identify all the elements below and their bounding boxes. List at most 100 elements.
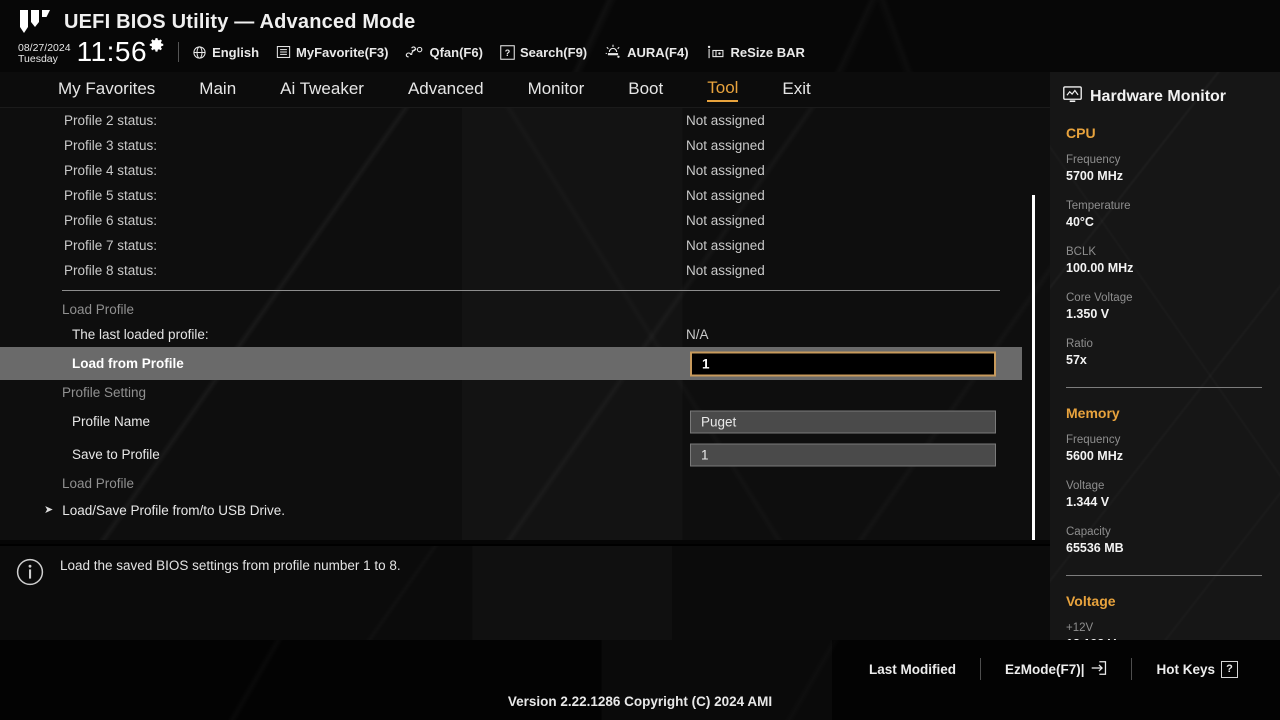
row-load-from-profile[interactable]: Load from Profile 1 bbox=[0, 347, 1022, 380]
hm-memory-voltage-key: Voltage bbox=[1066, 480, 1105, 492]
language-button[interactable]: English bbox=[192, 45, 259, 60]
hm-cpu-bclk: BCLK 100.00 MHz bbox=[1066, 245, 1181, 277]
profile-3-status-value: Not assigned bbox=[686, 138, 765, 153]
gear-icon[interactable] bbox=[148, 37, 165, 59]
ezmode-button[interactable]: EzMode(F7)| bbox=[981, 660, 1132, 679]
row-profile-name[interactable]: Profile Name Puget bbox=[0, 405, 1050, 438]
list-icon bbox=[276, 45, 291, 59]
tab-boot[interactable]: Boot bbox=[628, 79, 663, 101]
profile-6-status-value: Not assigned bbox=[686, 213, 765, 228]
myfavorite-button[interactable]: MyFavorite(F3) bbox=[276, 45, 388, 60]
tab-main[interactable]: Main bbox=[199, 79, 236, 101]
hm-memory-capacity-value: 65536 MB bbox=[1066, 541, 1124, 555]
myfavorite-label: MyFavorite(F3) bbox=[296, 44, 389, 60]
hm-divider-1 bbox=[1066, 387, 1262, 388]
qfan-label: Qfan(F6) bbox=[429, 44, 483, 60]
tab-monitor[interactable]: Monitor bbox=[528, 79, 585, 101]
footer-links: Last Modified EzMode(F7)| Hot Keys ? bbox=[845, 658, 1262, 680]
tab-tool[interactable]: Tool bbox=[707, 78, 739, 102]
main-tab-bar: My Favorites Main Ai Tweaker Advanced Mo… bbox=[0, 72, 1050, 108]
usb-profile-link-label: Load/Save Profile from/to USB Drive. bbox=[62, 502, 286, 518]
save-to-profile-input[interactable]: 1 bbox=[690, 443, 996, 466]
row-profile-4-status: Profile 4 status: Not assigned bbox=[0, 158, 1050, 183]
profile-name-input[interactable]: Puget bbox=[690, 410, 996, 433]
last-modified-label: Last Modified bbox=[868, 661, 956, 677]
profile-4-status-value: Not assigned bbox=[686, 163, 765, 178]
globe-icon bbox=[192, 45, 207, 60]
footer-bar: Last Modified EzMode(F7)| Hot Keys ? Ver… bbox=[0, 640, 1280, 720]
profile-3-status-label: Profile 3 status: bbox=[64, 138, 158, 153]
row-profile-7-status: Profile 7 status: Not assigned bbox=[0, 233, 1050, 258]
profile-5-status-value: Not assigned bbox=[686, 188, 765, 203]
hm-divider-2 bbox=[1066, 575, 1262, 576]
group-load-profile-2-label: Load Profile bbox=[62, 476, 135, 491]
tab-exit[interactable]: Exit bbox=[782, 79, 810, 101]
hm-voltage-12v-value: 12.192 V bbox=[1066, 636, 1181, 640]
hm-voltage-heading: Voltage bbox=[1066, 593, 1116, 609]
aura-button[interactable]: AURA(F4) bbox=[604, 44, 689, 60]
hm-cpu-heading: CPU bbox=[1066, 125, 1096, 141]
profile-2-status-label: Profile 2 status: bbox=[64, 113, 158, 128]
profile-8-status-label: Profile 8 status: bbox=[64, 263, 158, 278]
weekday-text: Tuesday bbox=[18, 53, 58, 65]
hm-cpu-core-voltage-key: Core Voltage bbox=[1066, 292, 1133, 304]
resize-bar-icon bbox=[706, 44, 726, 60]
clock-text: 11:56 bbox=[76, 36, 148, 67]
hm-cpu-ratio: Ratio 57x bbox=[1066, 337, 1280, 369]
settings-panel: Profile 2 status: Not assigned Profile 3… bbox=[0, 108, 1050, 540]
load-from-profile-input[interactable]: 1 bbox=[690, 351, 996, 376]
hm-memory-voltage-value: 1.344 V bbox=[1066, 495, 1110, 509]
hm-cpu-bclk-key: BCLK bbox=[1066, 246, 1097, 258]
scrollbar-thumb[interactable] bbox=[1032, 195, 1035, 540]
resize-bar-label: ReSize BAR bbox=[730, 44, 805, 60]
profile-2-status-value: Not assigned bbox=[686, 113, 765, 128]
exit-arrow-icon bbox=[1090, 660, 1107, 679]
qfan-button[interactable]: Qfan(F6) bbox=[405, 44, 483, 60]
hm-memory-voltage: Voltage 1.344 V bbox=[1066, 479, 1181, 511]
row-profile-5-status: Profile 5 status: Not assigned bbox=[0, 183, 1050, 208]
row-usb-profile-link[interactable]: ➤ Load/Save Profile from/to USB Drive. bbox=[0, 496, 1050, 524]
hm-memory-frequency-key: Frequency bbox=[1066, 434, 1121, 446]
content-scrollbar[interactable] bbox=[1032, 108, 1035, 540]
profile-6-status-label: Profile 6 status: bbox=[64, 213, 158, 228]
row-profile-6-status: Profile 6 status: Not assigned bbox=[0, 208, 1050, 233]
last-modified-button[interactable]: Last Modified bbox=[845, 662, 980, 677]
hm-cpu-temperature: Temperature 40°C bbox=[1066, 199, 1181, 231]
group-load-profile-2: Load Profile bbox=[0, 471, 1050, 496]
question-key-icon: ? bbox=[1221, 660, 1238, 678]
header-tools: English MyFavorite(F3) Qfan(F6) ? Search… bbox=[192, 44, 805, 60]
tab-ai-tweaker[interactable]: Ai Tweaker bbox=[280, 79, 364, 101]
group-load-profile-label: Load Profile bbox=[62, 302, 135, 317]
profile-7-status-value: Not assigned bbox=[686, 238, 765, 253]
hotkeys-button[interactable]: Hot Keys ? bbox=[1132, 660, 1262, 678]
section-divider bbox=[62, 290, 1000, 291]
hm-cpu-bclk-value: 100.00 MHz bbox=[1066, 261, 1134, 275]
resize-bar-button[interactable]: ReSize BAR bbox=[706, 44, 805, 60]
hardware-monitor-header: Hardware Monitor bbox=[1050, 72, 1280, 108]
version-text: Version 2.22.1286 Copyright (C) 2024 AMI bbox=[507, 694, 773, 709]
header-divider bbox=[178, 42, 180, 62]
language-label: English bbox=[212, 44, 260, 60]
tab-my-favorites[interactable]: My Favorites bbox=[58, 79, 155, 101]
hm-memory-heading: Memory bbox=[1066, 405, 1120, 421]
row-save-to-profile[interactable]: Save to Profile 1 bbox=[0, 438, 1050, 471]
group-load-profile: Load Profile bbox=[0, 297, 1050, 322]
load-from-profile-label: Load from Profile bbox=[72, 356, 184, 371]
question-box-icon: ? bbox=[500, 44, 515, 60]
header-meta-row: 08/27/2024 Tuesday 11:56 English MyFavor… bbox=[18, 38, 805, 66]
hm-cpu-temperature-key: Temperature bbox=[1066, 200, 1131, 212]
app-title: UEFI BIOS Utility — Advanced Mode bbox=[64, 10, 416, 33]
info-circle-icon bbox=[16, 558, 44, 591]
help-text: Load the saved BIOS settings from profil… bbox=[60, 558, 401, 573]
group-profile-setting-label: Profile Setting bbox=[62, 385, 147, 400]
row-profile-2-status: Profile 2 status: Not assigned bbox=[0, 108, 1050, 133]
arrow-right-icon: ➤ bbox=[44, 503, 54, 516]
hm-section-memory: Memory Frequency 5600 MHz Voltage 1.344 … bbox=[1050, 405, 1280, 571]
hm-cpu-frequency: Frequency 5700 MHz bbox=[1066, 153, 1181, 185]
svg-text:?: ? bbox=[505, 47, 511, 57]
hm-cpu-ratio-value: 57x bbox=[1066, 353, 1087, 367]
search-button[interactable]: ? Search(F9) bbox=[500, 45, 587, 60]
hardware-monitor-panel: Hardware Monitor CPU Frequency 5700 MHz … bbox=[1050, 72, 1280, 640]
hm-voltage-12v-key: +12V bbox=[1066, 622, 1094, 634]
tab-advanced[interactable]: Advanced bbox=[408, 79, 484, 101]
